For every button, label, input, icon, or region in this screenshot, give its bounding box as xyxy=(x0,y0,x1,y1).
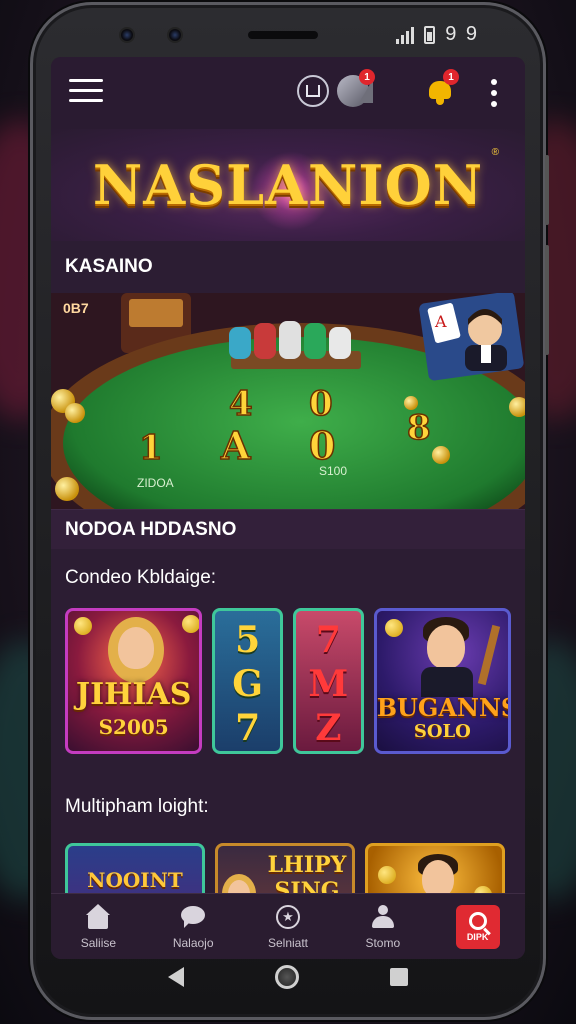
slot-symbol: 5 xyxy=(235,619,261,661)
game-title: BUGANNS xyxy=(376,693,511,722)
game-card-slot-blue[interactable]: 5 G 7 xyxy=(212,608,283,754)
game-card-slot-red[interactable]: 7 M Z xyxy=(293,608,364,754)
hero-casino-table-banner[interactable]: 4 0 8 1 A 0 S100 ZIDOA 0B7 A xyxy=(51,293,525,509)
section-title-featured: Condeo Kbldaige: xyxy=(65,567,217,588)
slot-symbol: M xyxy=(308,663,349,705)
search-label: DIPK xyxy=(466,931,489,942)
home-button-icon[interactable] xyxy=(274,965,299,989)
home-icon xyxy=(85,903,111,930)
game-subtitle: SOLO xyxy=(413,721,471,742)
table-number-2: 0 xyxy=(309,384,333,424)
front-camera-icon xyxy=(119,27,135,43)
game-subtitle: S2005 xyxy=(98,715,169,739)
user-icon xyxy=(370,904,396,930)
nav-item-chat[interactable]: Nalaojo xyxy=(153,904,233,950)
slot-symbol: 7 xyxy=(315,619,341,661)
battery-icon xyxy=(424,25,436,44)
status-bar: 9 9 xyxy=(53,17,523,55)
dealer-portrait: A xyxy=(419,293,524,381)
search-icon xyxy=(468,911,487,930)
nav-label: Nalaojo xyxy=(172,935,214,950)
bell-badge: 1 xyxy=(443,69,459,85)
nav-item-select[interactable]: ★ Selniatt xyxy=(248,904,328,950)
chat-icon xyxy=(180,904,206,930)
slot-symbol: 7 xyxy=(235,707,261,749)
power-button[interactable] xyxy=(545,245,549,355)
table-number-1: 4 xyxy=(229,384,253,424)
back-icon[interactable] xyxy=(168,967,185,987)
table-number-4: 1 xyxy=(139,428,163,468)
machine-label: 0B7 xyxy=(63,300,89,316)
game-card-buganns[interactable]: BUGANNS SOLO xyxy=(373,608,511,754)
search-button[interactable]: DIPK xyxy=(455,904,500,949)
menu-icon[interactable] xyxy=(69,79,103,105)
phone-frame: 9 9 1 1 NASLANION ® KASAINO 4 0 8 1 A 0 … xyxy=(30,2,549,1020)
section-title-multiplayer: Multipham loight: xyxy=(65,796,209,817)
nav-item-profile[interactable]: Stomo xyxy=(343,904,423,950)
game-title: NOOINT xyxy=(87,868,183,892)
nav-label: Selniatt xyxy=(267,935,308,950)
table-number-5: A xyxy=(220,423,251,468)
section-title-nodoa: NODOA HDDASNO xyxy=(65,518,237,540)
nav-item-search[interactable]: DIPK xyxy=(438,904,518,949)
table-label-left: ZIDOA xyxy=(137,476,174,490)
svg-text:A: A xyxy=(434,312,447,331)
nav-item-home[interactable]: Saliise xyxy=(58,903,138,950)
section-title-kasaino: KASAINO xyxy=(65,256,153,277)
profile-avatar-button[interactable]: 1 xyxy=(337,69,375,107)
bell-icon[interactable]: 1 xyxy=(425,69,459,107)
star-icon: ★ xyxy=(275,904,301,930)
system-navigation-bar xyxy=(33,957,543,997)
table-number-6: 0 xyxy=(309,423,335,468)
featured-games-row: JIHIAS S2005 5 G 7 7 M Z BUGANNS SOLO xyxy=(51,607,525,755)
slot-symbol: G xyxy=(232,663,264,705)
table-number-3: 8 xyxy=(407,408,431,448)
nav-label: Stomo xyxy=(365,935,401,950)
wallet-icon[interactable] xyxy=(297,75,329,107)
brand-banner: NASLANION ® xyxy=(51,129,525,241)
notification-badge: 1 xyxy=(359,69,375,85)
bottom-navigation: Saliise Nalaojo ★ Selniatt Stomo DIPK xyxy=(51,893,525,959)
app-screen: 1 1 NASLANION ® KASAINO 4 0 8 1 A 0 S100… xyxy=(51,57,525,959)
game-title: JIHIAS xyxy=(75,677,192,712)
sensor-icon xyxy=(167,27,183,43)
brand-logo: NASLANION xyxy=(92,153,484,217)
slot-symbol: Z xyxy=(315,707,342,749)
nav-label: Saliise xyxy=(80,935,117,950)
table-label: S100 xyxy=(319,464,347,478)
top-bar: 1 1 xyxy=(51,57,525,129)
status-clock: 9 9 xyxy=(445,23,479,45)
registered-mark: ® xyxy=(491,147,499,158)
recent-apps-icon[interactable] xyxy=(389,968,408,986)
game-card-jihias[interactable]: JIHIAS S2005 xyxy=(65,608,203,754)
more-options-icon[interactable] xyxy=(491,79,497,112)
earpiece-speaker xyxy=(248,31,318,39)
volume-button[interactable] xyxy=(545,155,549,225)
signal-icon xyxy=(396,26,415,44)
